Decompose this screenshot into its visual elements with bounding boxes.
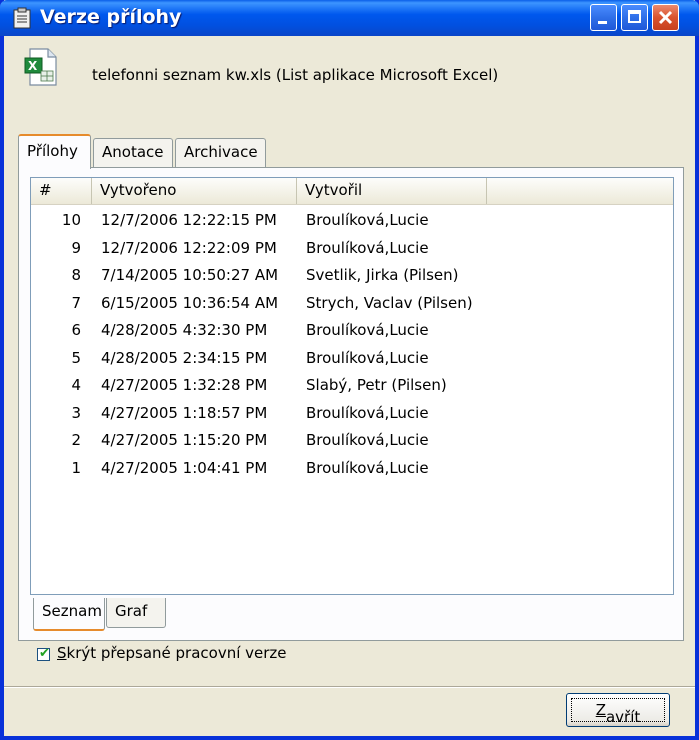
row-created: 4/27/2005 1:18:57 PM	[101, 403, 268, 422]
row-number: 9	[71, 238, 81, 257]
row-author: Broulíková,Lucie	[306, 211, 429, 229]
tab-panel: # Vytvořeno Vytvořil 10 12/7/2006 12:22:1…	[18, 167, 684, 641]
tab-prilohy[interactable]: Přílohy	[18, 134, 91, 169]
excel-file-icon: X	[24, 48, 57, 86]
table-row[interactable]: 1 4/27/2005 1:04:41 PM Broulíková,Lucie	[31, 456, 673, 480]
row-author: Broulíková,Lucie	[306, 431, 429, 449]
table-row[interactable]: 9 12/7/2006 12:22:09 PM Broulíková,Lucie	[31, 236, 673, 260]
tab-archivace[interactable]: Archivace	[175, 138, 266, 168]
minimize-icon	[598, 21, 607, 24]
row-number: 3	[71, 403, 81, 422]
row-number: 2	[71, 431, 81, 449]
table-row[interactable]: 4 4/27/2005 1:32:28 PM Slabý, Petr (Pilsen…	[31, 373, 673, 397]
checkbox-label-text: krýt přepsané pracovní verze	[66, 644, 287, 662]
row-number: 8	[71, 266, 81, 284]
row-author: Strych, Vaclav (Pilsen)	[306, 293, 473, 312]
close-button-label: Zavřít	[595, 701, 641, 726]
row-created: 4/27/2005 1:15:20 PM	[101, 431, 268, 449]
row-author: Svetlik, Jirka (Pilsen)	[306, 266, 459, 284]
window-title: Verze přílohy	[40, 6, 182, 28]
row-author: Slabý, Petr (Pilsen)	[306, 376, 447, 394]
accelerator-key: S	[57, 644, 67, 662]
svg-text:X: X	[28, 59, 38, 73]
title-bar[interactable]: Verze přílohy	[0, 0, 699, 36]
table-row[interactable]: 6 4/28/2005 4:32:30 PM Broulíková,Lucie	[31, 318, 673, 342]
tab-seznam[interactable]: Seznam	[33, 598, 105, 631]
row-author: Broulíková,Lucie	[306, 403, 429, 422]
maximize-icon	[628, 10, 641, 23]
row-created: 4/28/2005 4:32:30 PM	[101, 321, 268, 339]
tab-graf[interactable]: Graf	[106, 598, 166, 628]
table-row[interactable]: 10 12/7/2006 12:22:15 PM Broulíková,Lucie	[31, 208, 673, 232]
table-row[interactable]: 8 7/14/2005 10:50:27 AM Svetlik, Jirka (Pi…	[31, 263, 673, 287]
close-button[interactable]: Zavřít	[566, 693, 670, 727]
row-author: Broulíková,Lucie	[306, 238, 429, 257]
list-header: # Vytvořeno Vytvořil	[31, 178, 673, 205]
column-header-author[interactable]: Vytvořil	[297, 178, 487, 204]
row-created: 12/7/2006 12:22:09 PM	[101, 238, 277, 257]
maximize-button[interactable]	[621, 4, 648, 31]
file-name-label: telefonni seznam kw.xls (List aplikace M…	[92, 66, 499, 84]
row-created: 7/14/2005 10:50:27 AM	[101, 266, 279, 284]
accelerator-key: Z	[595, 701, 606, 719]
row-number: 6	[71, 321, 81, 339]
table-row[interactable]: 2 4/27/2005 1:15:20 PM Broulíková,Lucie	[31, 428, 673, 452]
row-created: 4/27/2005 1:04:41 PM	[101, 458, 268, 477]
column-header-empty[interactable]	[487, 178, 673, 204]
table-row[interactable]: 3 4/27/2005 1:18:57 PM Broulíková,Lucie	[31, 401, 673, 425]
row-number: 1	[71, 458, 81, 477]
close-window-button[interactable]	[652, 4, 679, 31]
row-number: 4	[71, 376, 81, 394]
table-row[interactable]: 7 6/15/2005 10:36:54 AM Strych, Vaclav (Pi…	[31, 291, 673, 315]
checkmark-icon: ✔	[39, 646, 50, 661]
clipboard-icon	[13, 7, 31, 29]
row-author: Broulíková,Lucie	[306, 321, 429, 339]
row-created: 4/28/2005 2:34:15 PM	[101, 348, 268, 367]
row-author: Broulíková,Lucie	[306, 348, 429, 367]
row-number: 10	[61, 211, 81, 229]
row-number: 7	[71, 293, 81, 312]
row-number: 5	[71, 348, 81, 367]
close-icon	[658, 10, 673, 25]
row-created: 12/7/2006 12:22:15 PM	[101, 211, 277, 229]
table-row[interactable]: 5 4/28/2005 2:34:15 PM Broulíková,Lucie	[31, 346, 673, 370]
hide-overwritten-label[interactable]: Skrýt přepsané pracovní verze	[57, 644, 287, 662]
row-created: 4/27/2005 1:32:28 PM	[101, 376, 268, 394]
hide-overwritten-checkbox[interactable]: ✔	[37, 646, 50, 661]
footer-separator	[4, 686, 695, 688]
column-header-number[interactable]: #	[31, 178, 92, 204]
column-header-created[interactable]: Vytvořeno	[92, 178, 297, 204]
row-author: Broulíková,Lucie	[306, 458, 429, 477]
tab-anotace[interactable]: Anotace	[93, 138, 173, 168]
close-button-text: avřít	[605, 708, 641, 726]
row-created: 6/15/2005 10:36:54 AM	[101, 293, 279, 312]
versions-list[interactable]: # Vytvořeno Vytvořil 10 12/7/2006 12:22:1…	[30, 177, 674, 595]
dialog-window: Verze přílohy X telefonni seznam kw.xls …	[0, 0, 699, 740]
minimize-button[interactable]	[590, 4, 617, 31]
